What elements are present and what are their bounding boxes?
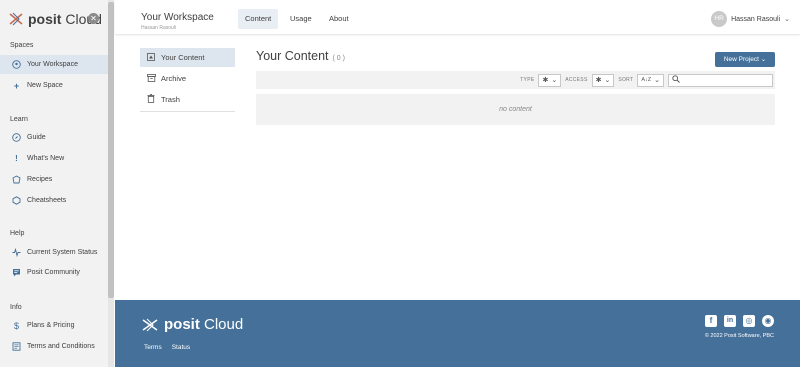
access-filter-value: ✱ xyxy=(595,77,602,84)
close-icon: ✕ xyxy=(90,14,97,23)
pulse-icon xyxy=(12,248,21,257)
footer: posit Cloud Terms Status f in ◎ ◉ © 2022… xyxy=(115,300,800,367)
posit-logo-icon xyxy=(142,318,158,331)
sidebar-item-recipes[interactable]: Recipes xyxy=(0,170,108,189)
empty-content-message: no content xyxy=(256,94,775,125)
sidebar-item-plans-pricing[interactable]: $ Plans & Pricing xyxy=(0,316,108,335)
content-count: ( 0 ) xyxy=(332,55,345,62)
content-icon xyxy=(146,52,156,63)
spaces-section-title: Spaces xyxy=(10,42,34,49)
workspace-icon xyxy=(12,60,21,69)
subnav-label: Your Content xyxy=(161,53,205,62)
chevron-down-icon: ⌄ xyxy=(551,77,558,84)
sidebar-item-label: Posit Community xyxy=(27,269,80,276)
plus-icon: + xyxy=(13,80,20,91)
tab-content[interactable]: Content xyxy=(238,9,279,29)
subnav-label: Archive xyxy=(161,74,187,83)
linkedin-icon[interactable]: in xyxy=(724,315,736,327)
info-section-title: Info xyxy=(10,304,22,311)
user-menu[interactable]: HR Hassan Rasouli ⌄ xyxy=(711,11,790,27)
subnav-your-content[interactable]: Your Content xyxy=(140,48,235,67)
chevron-down-icon: ⌄ xyxy=(760,56,767,63)
exclamation-icon: ! xyxy=(15,154,18,163)
type-filter-value: ✱ xyxy=(542,77,549,84)
type-filter-select[interactable]: ✱ ⌄ xyxy=(538,73,562,87)
sidebar-item-terms[interactable]: Terms and Conditions xyxy=(0,337,108,356)
trash-icon xyxy=(146,94,156,105)
sort-alpha-icon: A↓Z xyxy=(641,77,652,83)
sidebar-item-label: New Space xyxy=(27,82,63,89)
document-icon xyxy=(12,342,21,351)
posit-logo-icon xyxy=(9,12,23,26)
tab-about[interactable]: About xyxy=(322,9,356,29)
learn-section-title: Learn xyxy=(10,116,28,123)
sidebar-item-cheatsheets[interactable]: Cheatsheets xyxy=(0,191,108,210)
sidebar-item-system-status[interactable]: Current System Status xyxy=(0,243,108,262)
search-input[interactable] xyxy=(668,73,773,87)
sidebar-item-label: Cheatsheets xyxy=(27,197,67,204)
workspace-owner: Hassan Rasouli xyxy=(141,25,177,31)
chat-icon xyxy=(12,268,21,277)
access-filter-label: ACCESS xyxy=(565,77,588,83)
sidebar-item-whats-new[interactable]: ! What's New xyxy=(0,149,108,168)
subnav-trash[interactable]: Trash xyxy=(140,90,235,109)
compass-icon xyxy=(12,133,21,142)
facebook-icon[interactable]: f xyxy=(705,315,717,327)
sidebar-item-label: Current System Status xyxy=(27,249,98,256)
subnav-divider xyxy=(140,111,235,112)
filter-bar: TYPE ✱ ⌄ ACCESS ✱ ⌄ SORT A↓Z ⌄ xyxy=(256,71,775,89)
dollar-icon: $ xyxy=(13,320,19,331)
chevron-down-icon: ⌄ xyxy=(784,16,790,23)
footer-logo[interactable]: posit Cloud xyxy=(141,316,243,333)
chevron-down-icon: ⌄ xyxy=(604,77,611,84)
copyright: © 2022 Posit Software, PBC xyxy=(704,333,774,339)
recipe-icon xyxy=(12,175,21,184)
content-subnav: Your Content Archive Trash xyxy=(140,48,235,112)
cheatsheet-icon xyxy=(12,196,21,205)
footer-link-terms[interactable]: Terms xyxy=(144,344,162,351)
footer-links: Terms Status xyxy=(144,344,190,351)
sidebar-item-label: Terms and Conditions xyxy=(27,343,95,350)
tab-usage[interactable]: Usage xyxy=(283,9,319,29)
archive-icon xyxy=(146,73,156,84)
subnav-label: Trash xyxy=(161,95,180,104)
help-section-title: Help xyxy=(10,230,25,237)
instagram-icon[interactable]: ◎ xyxy=(743,315,755,327)
workspace-title: Your Workspace xyxy=(141,12,214,23)
sidebar-item-your-workspace[interactable]: Your Workspace xyxy=(0,55,108,74)
sidebar: posit Cloud ✕ Spaces Your Workspace + Ne… xyxy=(0,0,108,367)
subnav-archive[interactable]: Archive xyxy=(140,69,235,88)
sidebar-item-label: Your Workspace xyxy=(27,61,78,68)
footer-brand-name: posit Cloud xyxy=(164,316,244,333)
access-filter-select[interactable]: ✱ ⌄ xyxy=(591,73,615,87)
sidebar-item-new-space[interactable]: + New Space xyxy=(0,76,108,95)
collapse-sidebar-button[interactable]: ✕ xyxy=(88,13,99,24)
page-title: Your Content( 0 ) xyxy=(256,49,345,63)
footer-link-status[interactable]: Status xyxy=(172,344,190,351)
sort-label: SORT xyxy=(618,77,634,83)
app-root: posit Cloud ✕ Spaces Your Workspace + Ne… xyxy=(0,0,800,367)
sidebar-item-label: What's New xyxy=(27,155,65,162)
sidebar-item-label: Guide xyxy=(27,134,46,141)
github-icon[interactable]: ◉ xyxy=(762,315,774,327)
avatar: HR xyxy=(711,11,728,27)
sidebar-item-label: Plans & Pricing xyxy=(27,322,75,329)
sidebar-item-guide[interactable]: Guide xyxy=(0,128,108,147)
chevron-down-icon: ⌄ xyxy=(654,77,660,84)
type-filter-label: TYPE xyxy=(520,77,535,83)
sort-select[interactable]: A↓Z ⌄ xyxy=(637,73,664,87)
user-name: Hassan Rasouli xyxy=(731,15,781,23)
sidebar-scrollbar[interactable] xyxy=(108,0,114,367)
sidebar-item-posit-community[interactable]: Posit Community xyxy=(0,263,108,282)
scrollbar-thumb[interactable] xyxy=(108,2,114,298)
social-links: f in ◎ ◉ xyxy=(705,315,774,327)
search-icon xyxy=(672,75,680,85)
sidebar-item-label: Recipes xyxy=(27,176,53,183)
new-project-button[interactable]: New Project ⌄ xyxy=(715,52,775,67)
workspace-header: Your Workspace Hassan Rasouli Content Us… xyxy=(115,0,800,34)
